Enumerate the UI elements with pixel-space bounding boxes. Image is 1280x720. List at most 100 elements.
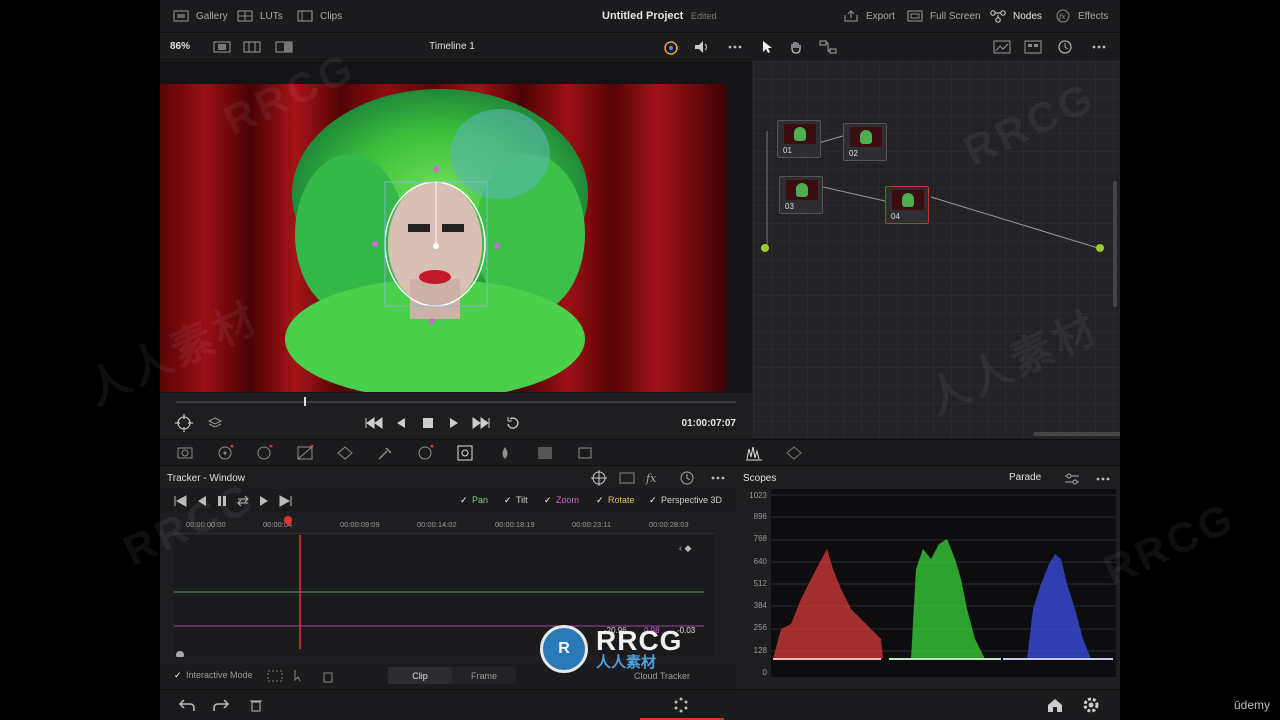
stop-icon[interactable] xyxy=(419,415,437,431)
effects-button[interactable]: fx Effects xyxy=(1054,9,1108,23)
parade-scope xyxy=(771,489,1116,677)
option-tilt[interactable]: ✓ Tilt xyxy=(504,495,528,505)
frame-segment[interactable]: Frame xyxy=(452,667,516,684)
reset-icon[interactable] xyxy=(678,470,696,486)
scope-settings-icon[interactable] xyxy=(1063,471,1081,487)
skip-start-icon[interactable] xyxy=(365,415,383,431)
scopes-toggle-icon[interactable] xyxy=(745,445,763,461)
magic-mask-icon[interactable] xyxy=(496,445,514,461)
scope-y-label: 128 xyxy=(753,646,767,655)
nodes-button[interactable]: Nodes xyxy=(989,9,1042,23)
pointer-icon[interactable] xyxy=(757,39,777,55)
window-icon[interactable] xyxy=(416,445,434,461)
delete-point-icon[interactable] xyxy=(318,668,336,684)
delete-icon[interactable] xyxy=(248,697,264,713)
clips-label: Clips xyxy=(320,10,343,22)
option-rotate[interactable]: ✓ Rotate xyxy=(596,495,635,505)
lightbox-icon[interactable] xyxy=(1023,39,1043,55)
gallery-label: Gallery xyxy=(196,10,228,22)
blur-icon[interactable] xyxy=(536,445,554,461)
option-zoom[interactable]: ✓ Zoom xyxy=(544,495,579,505)
playhead[interactable] xyxy=(304,397,306,406)
interactive-mode-checkbox[interactable]: ✓ Interactive Mode xyxy=(174,670,253,680)
stabilizer-icon[interactable] xyxy=(618,470,636,486)
effects-label: Effects xyxy=(1078,10,1109,22)
clip-segment[interactable]: Clip xyxy=(388,667,452,684)
key-icon[interactable] xyxy=(576,445,594,461)
qualifier-icon[interactable] xyxy=(376,445,394,461)
luts-button[interactable]: LUTs xyxy=(236,9,283,23)
track-forward-icon[interactable] xyxy=(258,495,270,507)
volume-icon[interactable] xyxy=(692,39,712,55)
insert-feature-icon[interactable] xyxy=(266,668,284,684)
hand-icon[interactable] xyxy=(786,39,806,55)
video-frame[interactable] xyxy=(160,84,726,392)
option-label: Tilt xyxy=(516,495,528,505)
export-button[interactable]: Export xyxy=(842,9,895,23)
home-icon[interactable] xyxy=(1046,697,1064,713)
tracker-ruler[interactable]: 00:00:00:00 00:00:04 00:00:09:09 00:00:1… xyxy=(174,514,714,534)
track-forward-end-icon[interactable] xyxy=(278,495,292,507)
redo-icon[interactable] xyxy=(212,697,230,713)
node-scrollbar-h[interactable] xyxy=(1033,432,1120,436)
set-point-icon[interactable] xyxy=(292,668,310,684)
option-pan[interactable]: ✓ Pan xyxy=(460,495,488,505)
node-graph-icon[interactable] xyxy=(818,39,838,55)
track-backward-icon[interactable] xyxy=(196,495,208,507)
color-picker-icon[interactable] xyxy=(660,39,680,55)
tracker-more-icon[interactable] xyxy=(709,470,727,486)
option-perspective-3d[interactable]: ✓ Perspective 3D xyxy=(649,495,722,505)
history-icon[interactable] xyxy=(1055,39,1075,55)
clips-button[interactable]: Clips xyxy=(296,9,342,23)
scopes-more-icon[interactable] xyxy=(1094,471,1112,487)
export-label: Export xyxy=(866,10,895,22)
gallery-button[interactable]: Gallery xyxy=(172,9,228,23)
node-scrollbar-v[interactable] xyxy=(1113,181,1117,307)
palette-toolbar xyxy=(160,439,1120,466)
luts-icon xyxy=(237,10,253,22)
scope-y-label: 0 xyxy=(762,668,767,677)
svg-text:fx: fx xyxy=(645,472,657,485)
undo-icon[interactable] xyxy=(178,697,196,713)
more-options-icon[interactable] xyxy=(725,39,745,55)
play-icon[interactable] xyxy=(445,415,463,431)
scopes-mode-select[interactable]: Parade xyxy=(1009,472,1041,483)
resolve-app: Gallery LUTs Clips Untitled Project Edit… xyxy=(160,0,1120,720)
keyframe-nav-icon[interactable]: ‹ ◆ xyxy=(679,543,691,554)
scopes-panel: Scopes Parade 1023 896 768 640 512 384 2… xyxy=(737,467,1120,689)
camera-raw-icon[interactable] xyxy=(176,445,194,461)
fx-icon[interactable]: fx xyxy=(644,470,662,486)
rgb-mixer-icon[interactable] xyxy=(296,445,314,461)
loop-icon[interactable] xyxy=(504,415,522,431)
track-bidirectional-icon[interactable] xyxy=(236,495,250,507)
node-editor[interactable]: 01 02 03 04 xyxy=(753,61,1120,438)
track-target-icon[interactable] xyxy=(590,469,608,487)
node-more-icon[interactable] xyxy=(1089,39,1109,55)
scrub-bar[interactable] xyxy=(176,401,736,403)
full-screen-label: Full Screen xyxy=(930,10,981,22)
tracker-target-icon[interactable] xyxy=(175,414,193,432)
info-icon[interactable] xyxy=(785,445,803,461)
node-02[interactable]: 02 xyxy=(843,123,887,161)
bottom-bar xyxy=(160,689,1120,720)
timeline-name[interactable]: Timeline 1 xyxy=(160,41,744,52)
node-01[interactable]: 01 xyxy=(777,120,821,158)
hdr-icon[interactable] xyxy=(255,445,273,461)
play-reverse-icon[interactable] xyxy=(392,415,410,431)
layers-icon[interactable] xyxy=(206,415,224,431)
tracker-controls: ✓ Pan ✓ Tilt ✓ Zoom ✓ Rotate ✓ Perspective 3D xyxy=(160,489,736,513)
color-wheels-icon[interactable] xyxy=(216,445,234,461)
track-backward-end-icon[interactable] xyxy=(174,495,188,507)
node-04[interactable]: 04 xyxy=(885,186,929,224)
tracker-icon[interactable] xyxy=(456,445,474,461)
motion-effects-icon[interactable] xyxy=(336,445,354,461)
full-screen-button[interactable]: Full Screen xyxy=(906,9,981,23)
pause-icon[interactable] xyxy=(216,495,228,507)
node-thumbnail xyxy=(786,180,818,200)
ruler-tick: 00:00:18:19 xyxy=(495,520,535,529)
node-viewer-icon[interactable] xyxy=(992,39,1012,55)
skip-end-icon[interactable] xyxy=(472,415,490,431)
color-page-icon[interactable] xyxy=(672,696,690,714)
node-03[interactable]: 03 xyxy=(779,176,823,214)
settings-gear-icon[interactable] xyxy=(1082,696,1100,714)
